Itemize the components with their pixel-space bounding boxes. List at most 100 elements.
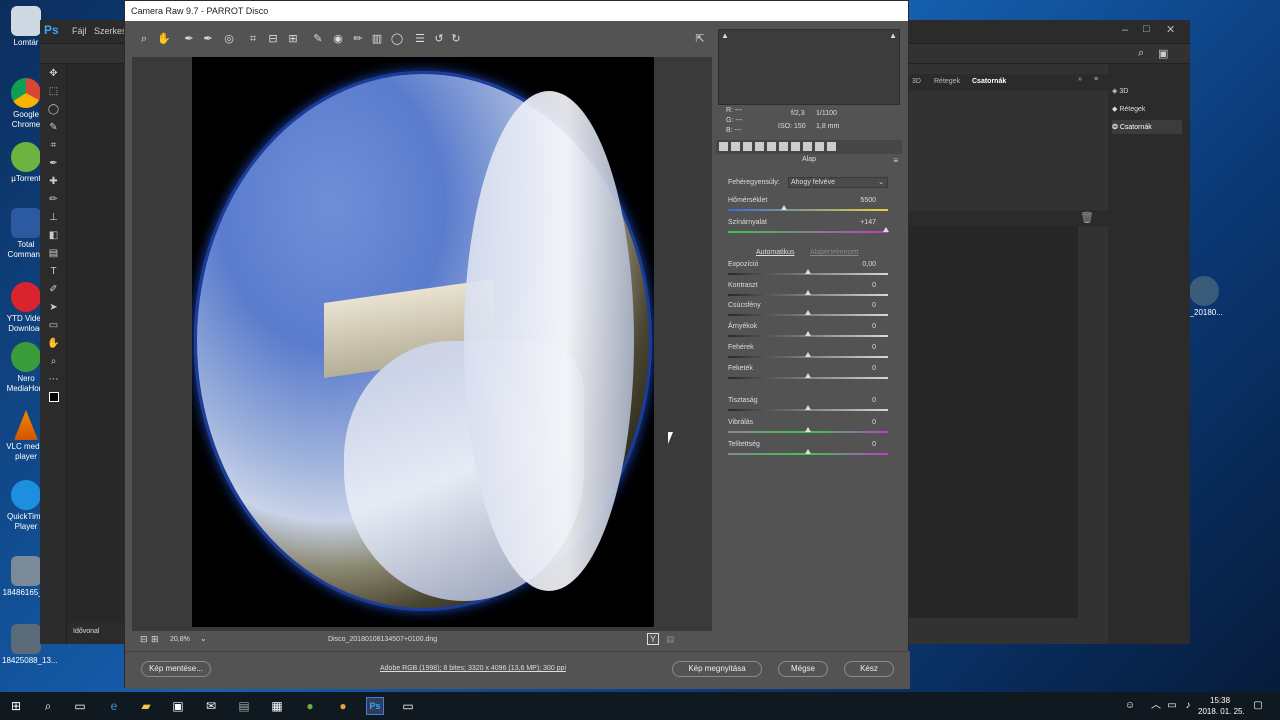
temperature-slider[interactable] (781, 205, 787, 210)
white-balance-tool-icon[interactable]: ✒ (182, 32, 196, 46)
transform-tool-icon[interactable]: ⊞ (286, 32, 300, 46)
tab-effects-icon[interactable] (791, 142, 800, 151)
tray-chevron-icon[interactable]: ︿ (1148, 698, 1164, 714)
tab-detail-icon[interactable] (743, 142, 752, 151)
red-eye-icon[interactable]: ◉ (331, 32, 345, 46)
slider-knob[interactable] (805, 351, 811, 357)
tab-3d[interactable]: 3D (912, 78, 921, 85)
chrome-taskbar-icon[interactable]: ● (335, 698, 351, 714)
crop-tool-icon[interactable]: ⌗ (246, 32, 260, 46)
temperature-value[interactable]: 5500 (860, 197, 876, 204)
tab-basic-icon[interactable] (719, 142, 728, 151)
workspace-icon[interactable]: ▣ (1158, 47, 1168, 60)
rotate-left-icon[interactable]: ↺ (432, 32, 446, 46)
tab-split-toning-icon[interactable] (767, 142, 776, 151)
hand-tool-icon[interactable]: ✋ (40, 334, 67, 352)
type-tool-icon[interactable]: T (40, 262, 67, 280)
pen-tool-icon[interactable]: ✐ (40, 280, 67, 298)
tab-layers[interactable]: Rétegek (934, 78, 960, 85)
tab-camera-icon[interactable] (803, 142, 812, 151)
workflow-options-link[interactable]: Adobe RGB (1998); 8 bites; 3320 x 4096 (… (380, 665, 566, 672)
minimize-icon[interactable]: – (1122, 24, 1128, 36)
slider-knob[interactable] (805, 269, 811, 274)
maximize-icon[interactable]: □ (1143, 23, 1150, 35)
tint-slider[interactable] (883, 227, 890, 232)
close-icon[interactable]: ✕ (1166, 23, 1175, 36)
rotate-right-icon[interactable]: ↻ (449, 32, 463, 46)
slider-knob[interactable] (805, 372, 811, 378)
healing-tool-icon[interactable]: ✚ (40, 172, 67, 190)
slider-knob[interactable] (805, 405, 811, 410)
stamp-tool-icon[interactable]: ⊥ (40, 208, 67, 226)
start-windows-icon[interactable]: ⊞ (8, 698, 24, 714)
radial-filter-icon[interactable]: ◯ (390, 32, 404, 46)
tab-presets-icon[interactable] (815, 142, 824, 151)
zoom-dropdown-icon[interactable]: ⌄ (200, 634, 207, 643)
image-preview[interactable] (132, 57, 712, 633)
eraser-tool-icon[interactable]: ◧ (40, 226, 67, 244)
highlight-clip-icon[interactable]: ▲ (889, 31, 897, 40)
trash-icon[interactable]: 🗑 (1080, 211, 1094, 224)
zoom-in-icon[interactable]: ⊞ (151, 634, 159, 645)
slider-value[interactable]: 0 (872, 365, 876, 372)
open-image-button[interactable]: Kép megnyitása (672, 661, 762, 677)
store-icon[interactable]: ▣ (170, 698, 186, 714)
side-item-3d[interactable]: ◈ 3D (1112, 84, 1182, 98)
panel-menu-icon[interactable]: ≡ (1094, 76, 1098, 83)
fullscreen-icon[interactable]: ⇱ (693, 32, 707, 46)
slider-value[interactable]: 0 (872, 441, 876, 448)
slider-value[interactable]: 0 (872, 282, 876, 289)
slider-value[interactable]: 0 (872, 344, 876, 351)
zoom-tool-icon[interactable]: ⌕ (40, 352, 67, 370)
shape-tool-icon[interactable]: ▭ (40, 316, 67, 334)
straighten-tool-icon[interactable]: ⊟ (266, 32, 280, 46)
brush-tool-icon[interactable]: ✏ (40, 190, 67, 208)
crop-tool-icon[interactable]: ⌗ (40, 136, 67, 154)
wb-select[interactable]: Ahogy felvéve ⌄ (788, 177, 888, 188)
search-icon[interactable]: ⌕ (1138, 47, 1144, 60)
clock-time[interactable]: 15:38 (1210, 696, 1230, 705)
done-button[interactable]: Kész (844, 661, 894, 677)
notifications-icon[interactable]: ▢ (1250, 698, 1266, 714)
panel-menu-icon[interactable]: ≡ (893, 156, 898, 165)
people-icon[interactable]: ☺ (1122, 698, 1138, 714)
before-after-icon[interactable]: Y (647, 633, 660, 645)
task-view-icon[interactable]: ▭ (72, 698, 88, 714)
zoom-tool-icon[interactable]: ⌕ (137, 32, 151, 46)
media-taskbar-icon[interactable]: ▭ (400, 698, 416, 714)
slider-knob[interactable] (805, 449, 811, 454)
file-explorer-icon[interactable]: ▰ (138, 698, 154, 714)
graduated-filter-icon[interactable]: ▥ (370, 32, 384, 46)
quick-select-icon[interactable]: ✎ (40, 118, 67, 136)
color-sampler-icon[interactable]: ✒ (201, 32, 215, 46)
slider-knob[interactable] (805, 331, 811, 337)
tab-lens-icon[interactable] (779, 142, 788, 151)
save-image-button[interactable]: Kép mentése... (141, 661, 211, 677)
slider-value[interactable]: 0 (872, 419, 876, 426)
tab-hsl-icon[interactable] (755, 142, 764, 151)
path-select-icon[interactable]: ➤ (40, 298, 67, 316)
menu-file[interactable]: Fájl (72, 26, 87, 36)
view-toggle-icon[interactable]: ▤ (666, 634, 675, 645)
collapse-icon[interactable]: » (1078, 76, 1082, 83)
slider-value[interactable]: 0 (872, 302, 876, 309)
slider-knob[interactable] (805, 427, 811, 432)
tab-snapshots-icon[interactable] (827, 142, 836, 151)
network-icon[interactable]: ▭ (1164, 698, 1180, 714)
tab-tone-curve-icon[interactable] (731, 142, 740, 151)
utorrent-taskbar-icon[interactable]: ● (302, 698, 318, 714)
calculator-icon[interactable]: ▦ (269, 698, 285, 714)
volume-icon[interactable]: ♪ (1180, 698, 1196, 714)
move-tool-icon[interactable]: ✥ (40, 64, 67, 82)
side-item-channels[interactable]: ❂ Csatornák (1112, 120, 1182, 134)
slider-value[interactable]: 0 (872, 397, 876, 404)
search-icon[interactable]: ⌕ (40, 698, 56, 714)
slider-knob[interactable] (805, 289, 811, 295)
clock-date[interactable]: 2018. 01. 25. (1198, 707, 1245, 716)
cancel-button[interactable]: Mégse (778, 661, 828, 677)
tint-track[interactable] (728, 231, 888, 233)
auto-link[interactable]: Automatikus (756, 249, 795, 256)
timeline-tab[interactable]: Idővonal (67, 622, 127, 644)
more-tools-icon[interactable]: ⋯ (40, 370, 67, 388)
eyedropper-tool-icon[interactable]: ✒ (40, 154, 67, 172)
